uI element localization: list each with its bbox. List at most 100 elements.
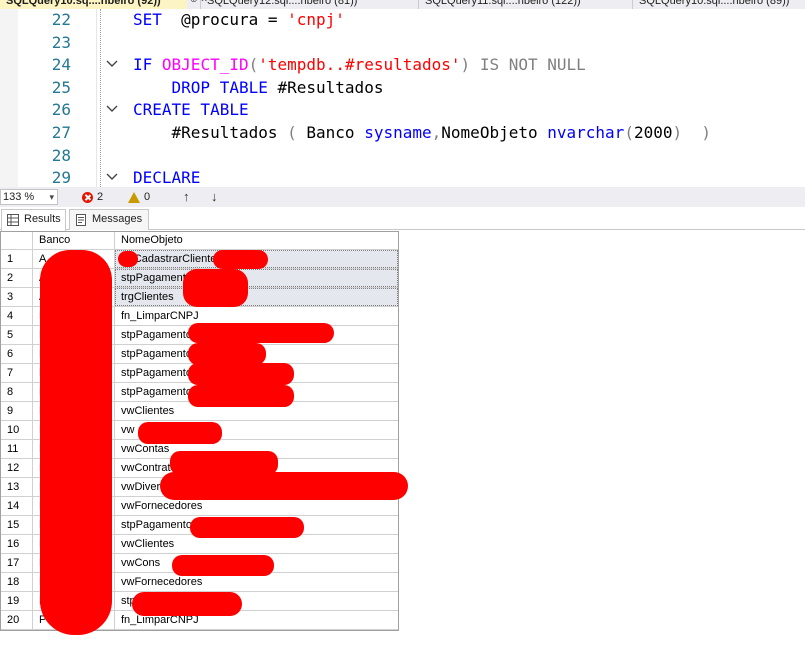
row-number-cell[interactable]: 9 bbox=[1, 402, 33, 420]
code-token: #Resultados bbox=[267, 77, 384, 97]
query-editor[interactable]: 22 SET @procura = 'cnpj' 23 24 IF OBJECT_ID(… bbox=[0, 9, 805, 187]
row-number-cell[interactable]: 12 bbox=[1, 459, 33, 477]
redaction-mark bbox=[188, 363, 294, 385]
code-token: nvarchar bbox=[547, 123, 625, 142]
column-header-nomeobjeto[interactable]: NomeObjeto bbox=[115, 232, 398, 249]
messages-icon bbox=[76, 214, 86, 226]
code-line[interactable]: 27 #Resultados ( Banco sysname,NomeObjet… bbox=[0, 122, 805, 145]
row-number-cell[interactable]: 20 bbox=[1, 611, 33, 629]
tab-results-label: Results bbox=[24, 213, 61, 225]
code-token: ) bbox=[701, 123, 712, 142]
grid-header-row: Banco NomeObjeto bbox=[1, 232, 398, 250]
code-token: , bbox=[431, 123, 442, 142]
next-issue-button[interactable]: ↓ bbox=[211, 190, 218, 204]
redaction-banco-column bbox=[40, 250, 112, 635]
tab-sqlquery11[interactable]: SQLQuery11.sql....nbeiro (122)) bbox=[418, 0, 618, 9]
code-token: IS NOT NULL bbox=[479, 55, 586, 75]
row-number-cell[interactable]: 4 bbox=[1, 307, 33, 325]
code-text: DROP TABLE #Resultados bbox=[133, 77, 384, 100]
redaction-mark bbox=[172, 555, 274, 576]
error-count[interactable]: 2 bbox=[82, 190, 103, 204]
warning-count[interactable]: 0 bbox=[128, 190, 150, 204]
arrow-up-icon: ↑ bbox=[183, 189, 190, 204]
arrow-down-icon: ↓ bbox=[211, 189, 218, 204]
row-number-cell[interactable]: 16 bbox=[1, 535, 33, 553]
code-token: #Resultados bbox=[133, 123, 288, 142]
tab-results[interactable]: Results bbox=[1, 209, 66, 231]
row-number-cell[interactable]: 3 bbox=[1, 288, 33, 306]
row-number-cell[interactable]: 6 bbox=[1, 345, 33, 363]
row-number-cell[interactable]: 13 bbox=[1, 478, 33, 496]
previous-issue-button[interactable]: ↑ bbox=[183, 190, 190, 204]
error-count-value: 2 bbox=[97, 191, 104, 203]
code-line[interactable]: 28 bbox=[0, 145, 805, 168]
row-number-cell[interactable]: 7 bbox=[1, 364, 33, 382]
line-number: 29 bbox=[51, 168, 71, 187]
code-token: ) bbox=[460, 55, 471, 75]
line-number: 25 bbox=[51, 77, 71, 97]
redaction-mark bbox=[213, 250, 268, 269]
nomeobjeto-cell[interactable]: stpPagament bbox=[115, 269, 398, 287]
redaction-mark bbox=[188, 323, 334, 343]
row-number-cell[interactable]: 15 bbox=[1, 516, 33, 534]
row-number-cell[interactable]: 10 bbox=[1, 421, 33, 439]
code-line[interactable]: 26 CREATE TABLE bbox=[0, 99, 805, 122]
editor-status-bar: 133 % ▾ 2 0 ↑ ↓ bbox=[0, 187, 805, 207]
code-token: sysname bbox=[364, 123, 432, 142]
collapse-chevron-icon[interactable] bbox=[106, 167, 120, 187]
code-token: ( bbox=[287, 123, 297, 142]
zoom-select[interactable]: 133 % ▾ bbox=[0, 189, 58, 205]
results-tab-strip: Results Messages bbox=[0, 207, 805, 231]
code-line[interactable]: 23 bbox=[0, 32, 805, 55]
code-token: NomeObjeto bbox=[441, 123, 548, 142]
chevron-down-icon: ▾ bbox=[49, 192, 54, 202]
row-number-cell[interactable]: 19 bbox=[1, 592, 33, 610]
tab-sqlquery10-active[interactable]: SQLQuery10.sq....nbeiro (92)) bbox=[0, 0, 187, 9]
row-number-cell[interactable]: 5 bbox=[1, 326, 33, 344]
code-text: CREATE TABLE bbox=[133, 99, 249, 122]
row-number-cell[interactable]: 1 bbox=[1, 250, 33, 268]
code-token: 'cnpj' bbox=[287, 10, 345, 29]
redaction-mark bbox=[190, 517, 304, 538]
code-token: DROP TABLE bbox=[171, 77, 268, 97]
row-number-cell[interactable]: 18 bbox=[1, 573, 33, 591]
warning-icon bbox=[128, 191, 140, 203]
row-number-cell[interactable]: 2 bbox=[1, 269, 33, 287]
code-line[interactable]: 22 SET @procura = 'cnpj' bbox=[0, 9, 805, 32]
code-token: OBJECT_ID bbox=[161, 55, 249, 75]
redaction-mark bbox=[188, 343, 266, 365]
code-token: DECLARE bbox=[133, 168, 201, 187]
nomeobjeto-cell[interactable]: trgClientes bbox=[115, 288, 398, 306]
collapse-chevron-icon[interactable] bbox=[106, 99, 120, 121]
code-line[interactable]: 25 DROP TABLE #Resultados bbox=[0, 77, 805, 100]
row-number-cell[interactable]: 14 bbox=[1, 497, 33, 515]
redaction-mark bbox=[160, 472, 408, 500]
code-text: DECLARE bbox=[133, 167, 200, 187]
row-number-header[interactable] bbox=[1, 232, 33, 249]
row-number-cell[interactable]: 8 bbox=[1, 383, 33, 401]
line-number: 27 bbox=[51, 123, 71, 142]
collapse-chevron-icon[interactable] bbox=[106, 54, 120, 76]
code-token: ) bbox=[672, 123, 683, 142]
code-text: SET @procura = 'cnpj' bbox=[133, 9, 345, 32]
code-line[interactable]: 29 DECLARE bbox=[0, 167, 805, 187]
tab-sqlquery12[interactable]: SQLQuery12.sql....nbeiro (81)) bbox=[200, 0, 400, 9]
code-token: ( bbox=[248, 55, 259, 75]
column-header-banco[interactable]: Banco bbox=[33, 232, 115, 249]
tab-messages-label: Messages bbox=[92, 213, 143, 225]
redaction-mark bbox=[138, 422, 222, 444]
document-tab-strip: SQLQuery10.sq....nbeiro (92)) ⊕ ✕ SQLQue… bbox=[0, 0, 805, 9]
code-line[interactable]: 24 IF OBJECT_ID('tempdb..#resultados') IS… bbox=[0, 54, 805, 77]
row-number-cell[interactable]: 17 bbox=[1, 554, 33, 572]
code-token: @procura = bbox=[161, 10, 288, 29]
line-number: 23 bbox=[51, 32, 71, 52]
zoom-value: 133 % bbox=[3, 191, 35, 203]
tab-messages[interactable]: Messages bbox=[69, 209, 149, 230]
row-number-cell[interactable]: 11 bbox=[1, 440, 33, 458]
line-number: 26 bbox=[51, 100, 71, 120]
code-token: CREATE TABLE bbox=[133, 100, 249, 120]
tab-sqlquery10-b[interactable]: SQLQuery10.sql....nbeiro (89)) bbox=[632, 0, 805, 9]
line-number: 22 bbox=[51, 10, 71, 29]
redaction-mark bbox=[183, 269, 248, 307]
